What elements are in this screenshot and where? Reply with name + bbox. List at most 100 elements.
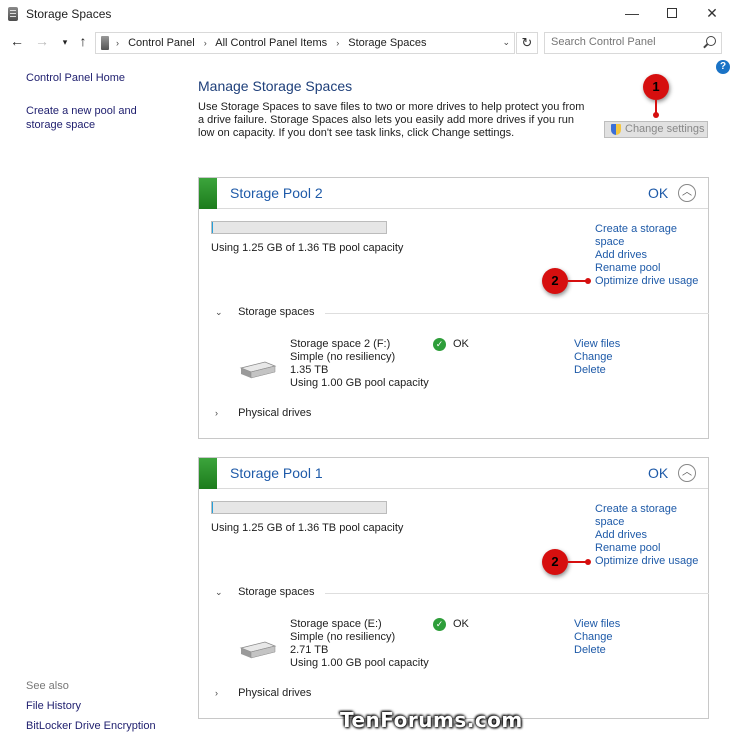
see-also-label: See also xyxy=(26,680,69,692)
chevron-down-icon[interactable]: ⌄ xyxy=(215,587,227,598)
up-button[interactable]: ↑ xyxy=(74,33,92,49)
pool-name: Storage Pool 1 xyxy=(230,465,323,481)
search-input[interactable] xyxy=(551,36,701,48)
storage-space-type: Simple (no resiliency) xyxy=(290,351,396,363)
breadcrumb-separator: › xyxy=(203,38,207,48)
storage-location-icon xyxy=(101,36,109,50)
storage-space-size: 1.35 TB xyxy=(290,364,329,376)
refresh-button[interactable]: ↻ xyxy=(516,32,538,54)
pool-usage-text: Using 1.25 GB of 1.36 TB pool capacity xyxy=(211,522,404,534)
ok-check-icon: ✓ xyxy=(433,338,446,351)
breadcrumb-all-items[interactable]: All Control Panel Items xyxy=(215,37,327,49)
chevron-right-icon[interactable]: › xyxy=(215,408,227,418)
callout-marker-1: 1 xyxy=(643,74,669,100)
storage-space-details: Storage space 2 (F:) Simple (no resilien… xyxy=(290,338,429,390)
create-new-pool-link[interactable]: Create a new pool and storage space xyxy=(26,104,176,132)
file-history-link[interactable]: File History xyxy=(26,700,81,712)
recent-locations-button[interactable]: ▾ xyxy=(56,37,74,48)
physical-drives-section[interactable]: › Physical drives xyxy=(215,407,695,419)
drive-icon xyxy=(239,361,277,379)
breadcrumb: › Control Panel › All Control Panel Item… xyxy=(116,37,433,49)
add-drives-link[interactable]: Add drives xyxy=(595,529,705,542)
create-storage-space-link[interactable]: Create a storage space xyxy=(595,223,705,249)
storage-space-usage: Using 1.00 GB pool capacity xyxy=(290,377,429,389)
pool-header: Storage Pool 1 OK ︿ xyxy=(199,458,708,489)
collapse-pool-button[interactable]: ︿ xyxy=(678,184,696,202)
breadcrumb-separator: › xyxy=(116,38,119,48)
search-icon[interactable] xyxy=(706,36,716,46)
storage-pool-panel: Storage Pool 1 OK ︿ Using 1.25 GB of 1.3… xyxy=(198,457,709,719)
add-drives-link[interactable]: Add drives xyxy=(595,249,705,262)
pool-capacity-bar xyxy=(211,501,387,514)
storage-space-size: 2.71 TB xyxy=(290,644,329,656)
callout-marker-2: 2 xyxy=(542,268,568,294)
pool-status-accent xyxy=(199,178,217,209)
storage-space-type: Simple (no resiliency) xyxy=(290,631,396,643)
search-box[interactable] xyxy=(544,32,722,54)
callout-leader-dot xyxy=(585,278,591,284)
minimize-button[interactable]: — xyxy=(612,0,652,28)
change-settings-button[interactable]: Change settings xyxy=(604,121,708,138)
breadcrumb-storage-spaces[interactable]: Storage Spaces xyxy=(348,37,426,49)
control-panel-home-link[interactable]: Control Panel Home xyxy=(26,72,125,84)
collapse-pool-button[interactable]: ︿ xyxy=(678,464,696,482)
window-title: Storage Spaces xyxy=(26,7,112,21)
storage-pool-panel: Storage Pool 2 OK ︿ Using 1.25 GB of 1.3… xyxy=(198,177,709,439)
storage-space-usage: Using 1.00 GB pool capacity xyxy=(290,657,429,669)
view-files-link[interactable]: View files xyxy=(574,338,620,351)
navigation-bar: ← → ▾ ↑ › Control Panel › All Control Pa… xyxy=(0,28,733,58)
page-title: Manage Storage Spaces xyxy=(198,78,353,94)
physical-drives-section[interactable]: › Physical drives xyxy=(215,687,695,699)
pool-status: OK xyxy=(648,465,669,481)
storage-spaces-section[interactable]: ⌄ Storage spaces xyxy=(215,306,709,318)
rename-pool-link[interactable]: Rename pool xyxy=(595,262,705,275)
pool-task-links: Create a storage space Add drives Rename… xyxy=(595,223,705,288)
address-bar[interactable]: › Control Panel › All Control Panel Item… xyxy=(95,32,515,54)
storage-space-name: Storage space 2 (F:) xyxy=(290,338,391,350)
create-storage-space-link[interactable]: Create a storage space xyxy=(595,503,705,529)
chevron-right-icon[interactable]: › xyxy=(215,688,227,698)
section-divider xyxy=(325,593,709,594)
storage-space-status: OK xyxy=(453,618,469,630)
rename-pool-link[interactable]: Rename pool xyxy=(595,542,705,555)
drive-icon xyxy=(239,641,277,659)
delete-space-link[interactable]: Delete xyxy=(574,644,620,657)
physical-drives-label: Physical drives xyxy=(238,407,312,419)
storage-space-links: View files Change Delete xyxy=(574,618,620,657)
callout-leader-dot xyxy=(653,112,659,118)
storage-spaces-label: Storage spaces xyxy=(238,586,315,598)
title-bar: Storage Spaces — ✕ xyxy=(0,0,733,28)
uac-shield-icon xyxy=(611,124,621,135)
pool-name: Storage Pool 2 xyxy=(230,185,323,201)
bitlocker-link[interactable]: BitLocker Drive Encryption xyxy=(26,720,156,732)
pool-usage-text: Using 1.25 GB of 1.36 TB pool capacity xyxy=(211,242,404,254)
storage-spaces-label: Storage spaces xyxy=(238,306,315,318)
storage-spaces-section[interactable]: ⌄ Storage spaces xyxy=(215,586,709,598)
storage-space-name: Storage space (E:) xyxy=(290,618,382,630)
address-dropdown-icon[interactable]: ⌄ xyxy=(502,37,510,48)
section-divider xyxy=(325,313,709,314)
page-description: Use Storage Spaces to save files to two … xyxy=(198,101,585,139)
change-space-link[interactable]: Change xyxy=(574,631,620,644)
storage-space-status: OK xyxy=(453,338,469,350)
delete-space-link[interactable]: Delete xyxy=(574,364,620,377)
pool-status-accent xyxy=(199,458,217,489)
physical-drives-label: Physical drives xyxy=(238,687,312,699)
pool-header: Storage Pool 2 OK ︿ xyxy=(199,178,708,209)
breadcrumb-separator: › xyxy=(336,38,340,48)
back-button[interactable]: ← xyxy=(8,33,26,49)
maximize-button[interactable] xyxy=(652,0,692,28)
optimize-drive-usage-link[interactable]: Optimize drive usage xyxy=(595,555,705,568)
pool-capacity-bar xyxy=(211,221,387,234)
breadcrumb-control-panel[interactable]: Control Panel xyxy=(128,37,195,49)
view-files-link[interactable]: View files xyxy=(574,618,620,631)
callout-leader-dot xyxy=(585,559,591,565)
close-button[interactable]: ✕ xyxy=(692,0,732,28)
change-space-link[interactable]: Change xyxy=(574,351,620,364)
optimize-drive-usage-link[interactable]: Optimize drive usage xyxy=(595,275,705,288)
watermark: TenForums.com xyxy=(340,708,523,732)
forward-button[interactable]: → xyxy=(33,33,51,49)
storage-space-details: Storage space (E:) Simple (no resiliency… xyxy=(290,618,429,670)
help-icon[interactable]: ? xyxy=(716,60,730,74)
chevron-down-icon[interactable]: ⌄ xyxy=(215,307,227,318)
